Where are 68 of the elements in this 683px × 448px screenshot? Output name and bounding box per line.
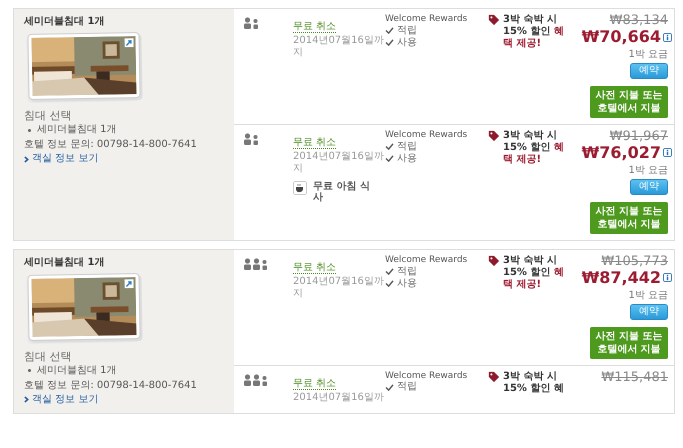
people-icon [244,17,261,29]
tag-icon [488,370,500,383]
rewards-title: Welcome Rewards [385,254,468,266]
cancel-deadline: 2014년07월16일까지 [293,151,385,176]
discount-price: ₩70,664 [582,28,661,46]
rewards-title: Welcome Rewards [385,370,468,382]
info-icon[interactable] [663,32,672,42]
bed-type: 세미더블침대 1개 [37,364,117,377]
cancel-deadline: 2014년07월16일까 [293,392,385,404]
room-title: 세미더블침대 1개 [24,16,106,28]
bullet-icon [28,128,31,132]
chevron-icon [24,396,29,404]
original-price: ₩83,134 [610,14,668,28]
payment-tooltip: 사전 지불 또는 호텔에서 지불 [590,326,668,359]
per-night-label: 1박 요금 [628,164,668,177]
book-button[interactable]: 예약 [630,304,668,320]
room-info-link[interactable]: 객실 정보 보기 [32,153,98,166]
bed-heading: 침대 선택 [24,350,72,363]
breakfast-text: 무료 아침 식사 [313,181,371,204]
people-icon [244,258,270,270]
reward-item: 사용 [397,152,417,165]
info-icon[interactable] [663,148,672,158]
reward-item: 적립 [397,140,417,153]
expand-icon[interactable] [124,38,134,48]
reward-item: 사용 [397,36,417,49]
reward-item: 적립 [397,24,417,37]
per-night-label: 1박 요금 [628,290,668,302]
contact-text: 호텔 정보 문의: 00798-14-800-7641 [24,380,198,392]
rewards-title: Welcome Rewards [385,130,468,141]
original-price: ₩105,773 [601,254,668,270]
chevron-icon [24,156,29,163]
discount-price: ₩87,442 [582,269,661,287]
reward-item: 사용 [397,278,417,290]
book-button[interactable]: 예약 [630,178,668,195]
cancel-deadline: 2014년07월16일까지 [293,35,385,60]
promo-text: 3박 숙박 시 15% 할인 혜택 제공! [503,130,565,166]
free-cancel-link[interactable]: 무료 취소 [293,136,336,149]
free-cancel-link[interactable]: 무료 취소 [293,21,336,33]
bed-type: 세미더블침대 1개 [37,124,117,136]
contact-text: 호텔 정보 문의: 00798-14-800-7641 [24,139,198,152]
original-price: ₩115,481 [601,370,668,385]
discount-price: ₩76,027 [582,144,661,162]
book-button[interactable]: 예약 [630,62,668,79]
reward-item: 적립 [397,381,417,394]
promo-text: 3박 숙박 시 15% 할인 혜택 제공! [503,254,565,291]
check-icon [385,384,394,391]
promo-text: 3박 숙박 시 15% 할인 혜택 제공! [503,14,565,50]
tag-icon [488,254,500,267]
room-title: 세미더블침대 1개 [24,256,106,269]
cancel-deadline: 2014년07월16일까지 [293,276,385,300]
reward-item: 적립 [397,266,417,278]
free-cancel-link[interactable]: 무료 취소 [293,378,336,390]
info-icon[interactable] [663,273,672,282]
payment-tooltip: 사전 지불 또는 호텔에서 지불 [590,86,668,118]
people-icon [244,132,261,145]
room-info-link[interactable]: 객실 정보 보기 [32,394,98,406]
payment-tooltip: 사전 지불 또는 호텔에서 지불 [590,202,668,234]
promo-text: 3박 숙박 시 15% 할인 혜 [503,370,565,395]
tag-icon [488,130,500,142]
bullet-icon [28,369,31,372]
coffee-cup-icon [293,181,307,196]
per-night-label: 1박 요금 [628,48,668,61]
people-icon [244,374,270,386]
original-price: ₩91,967 [610,130,668,144]
free-cancel-link[interactable]: 무료 취소 [293,262,336,274]
tag-icon [488,14,500,26]
rewards-title: Welcome Rewards [385,14,468,25]
bed-heading: 침대 선택 [24,109,72,122]
